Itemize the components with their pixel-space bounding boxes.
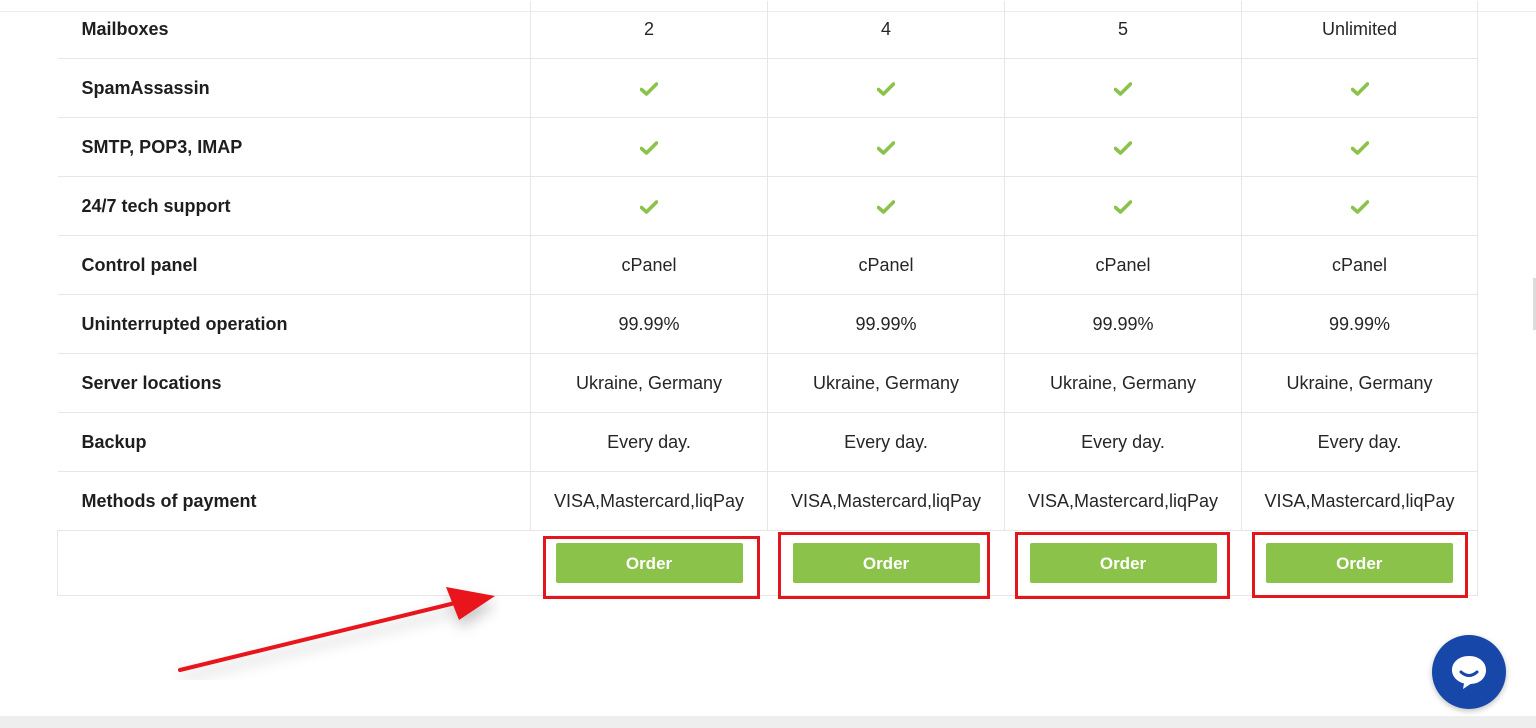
check-icon	[640, 140, 658, 155]
feature-label: SMTP, POP3, IMAP	[57, 117, 531, 177]
feature-value: VISA,Mastercard,liqPay	[530, 471, 768, 531]
feature-value: Every day.	[1004, 412, 1242, 472]
check-icon	[640, 81, 658, 96]
feature-value: Ukraine, Germany	[530, 353, 768, 413]
feature-value: Ukraine, Germany	[1004, 353, 1242, 413]
order-button[interactable]: Order	[1029, 543, 1217, 583]
check-icon	[1114, 140, 1132, 155]
feature-check-cell	[530, 176, 768, 236]
table-row: Control panel cPanel cPanel cPanel cPanel	[57, 235, 1478, 295]
feature-value: 99.99%	[530, 294, 768, 354]
feature-label: SpamAssassin	[57, 58, 531, 118]
feature-value: 5	[1004, 1, 1242, 59]
feature-check-cell	[1241, 117, 1478, 177]
order-cell: Order	[530, 530, 768, 596]
plans-comparison-table: Mailboxes 2 4 5 Unlimited SpamAssassin SMTP, P…	[57, 1, 1478, 596]
check-icon	[1114, 199, 1132, 214]
table-row: SpamAssassin	[57, 58, 1478, 118]
feature-value: Ukraine, Germany	[1241, 353, 1478, 413]
feature-value: cPanel	[530, 235, 768, 295]
feature-label: 24/7 tech support	[57, 176, 531, 236]
feature-value: Every day.	[767, 412, 1005, 472]
chat-button[interactable]	[1432, 635, 1506, 709]
order-button[interactable]: Order	[792, 543, 980, 583]
arrow-annotation	[178, 587, 495, 672]
feature-check-cell	[530, 58, 768, 118]
feature-check-cell	[1004, 117, 1242, 177]
order-button[interactable]: Order	[555, 543, 743, 583]
check-icon	[1350, 81, 1369, 96]
feature-value: VISA,Mastercard,liqPay	[1241, 471, 1478, 531]
feature-value: 2	[530, 1, 768, 59]
feature-value: 99.99%	[1004, 294, 1242, 354]
feature-value: Every day.	[1241, 412, 1478, 472]
check-icon	[640, 199, 658, 214]
feature-label: Methods of payment	[57, 471, 531, 531]
order-cell: Order	[767, 530, 1005, 596]
feature-label: Mailboxes	[57, 1, 531, 59]
feature-check-cell	[767, 117, 1005, 177]
feature-value: cPanel	[1241, 235, 1478, 295]
feature-value: Every day.	[530, 412, 768, 472]
feature-value: VISA,Mastercard,liqPay	[767, 471, 1005, 531]
feature-check-cell	[1241, 176, 1478, 236]
table-row: Server locations Ukraine, Germany Ukraine,…	[57, 353, 1478, 413]
feature-check-cell	[767, 58, 1005, 118]
check-icon	[1350, 140, 1369, 155]
page-footer-band	[0, 716, 1536, 728]
order-cell: Order	[1004, 530, 1242, 596]
table-row: 24/7 tech support	[57, 176, 1478, 236]
feature-check-cell	[1241, 58, 1478, 118]
order-button[interactable]: Order	[1265, 543, 1453, 583]
feature-label: Backup	[57, 412, 531, 472]
feature-value: cPanel	[1004, 235, 1242, 295]
feature-value: cPanel	[767, 235, 1005, 295]
feature-value: Unlimited	[1241, 1, 1478, 59]
table-row: Methods of payment VISA,Mastercard,liqPay…	[57, 471, 1478, 531]
feature-value: 99.99%	[1241, 294, 1478, 354]
table-row: Backup Every day. Every day. Every day. Ever…	[57, 412, 1478, 472]
feature-check-cell	[767, 176, 1005, 236]
feature-value: VISA,Mastercard,liqPay	[1004, 471, 1242, 531]
feature-label: Uninterrupted operation	[57, 294, 531, 354]
table-row: Mailboxes 2 4 5 Unlimited	[57, 1, 1478, 59]
feature-value: 99.99%	[767, 294, 1005, 354]
check-icon	[1114, 81, 1132, 96]
order-cell: Order	[1241, 530, 1478, 596]
feature-check-cell	[530, 117, 768, 177]
feature-check-cell	[1004, 176, 1242, 236]
feature-value: Ukraine, Germany	[767, 353, 1005, 413]
chat-bubble-icon	[1452, 656, 1486, 689]
feature-check-cell	[1004, 58, 1242, 118]
check-icon	[877, 199, 895, 214]
feature-label: Server locations	[57, 353, 531, 413]
check-icon	[877, 140, 895, 155]
table-row: Uninterrupted operation 99.99% 99.99% 99.99…	[57, 294, 1478, 354]
table-row: SMTP, POP3, IMAP	[57, 117, 1478, 177]
feature-label: Control panel	[57, 235, 531, 295]
feature-value: 4	[767, 1, 1005, 59]
check-icon	[1350, 199, 1369, 214]
check-icon	[877, 81, 895, 96]
